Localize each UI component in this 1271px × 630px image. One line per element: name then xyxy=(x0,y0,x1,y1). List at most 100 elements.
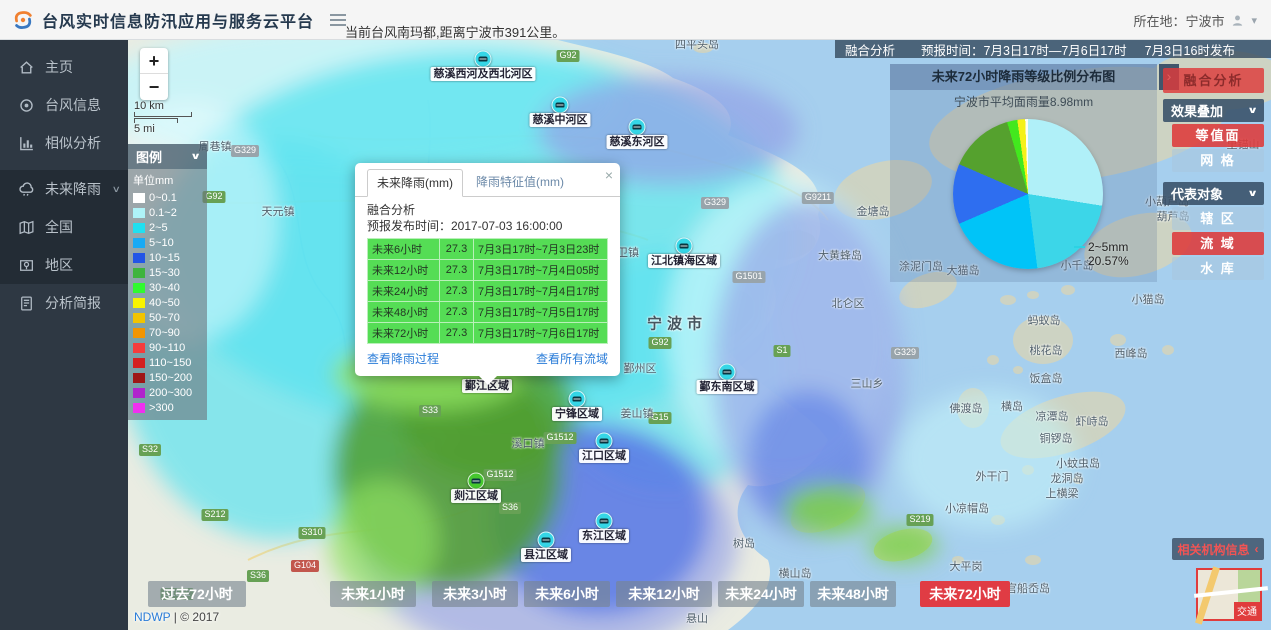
sidebar-item-region[interactable]: 地区 xyxy=(0,246,128,284)
scale-km-label: 10 km xyxy=(134,100,192,112)
cell-range: 7月3日17时~7月5日17时 xyxy=(474,302,608,323)
basin-marker-icon[interactable] xyxy=(468,473,485,490)
zoom-out-button[interactable]: − xyxy=(140,74,168,100)
sidebar-item-typhoon-info[interactable]: 台风信息 xyxy=(0,86,128,124)
time-button-5[interactable]: 未来12小时 xyxy=(616,581,712,607)
place-label: 三山乡 xyxy=(851,375,884,391)
time-button-3[interactable]: 未来3小时 xyxy=(432,581,518,607)
forecast-info-bar: 融合分析 预报时间：7月3日17时—7月6日17时 7月3日16时发布 xyxy=(835,40,1271,58)
option-等值面[interactable]: 等值面 xyxy=(1172,124,1264,147)
basin-marker-label[interactable]: 慈溪东河区 xyxy=(607,135,668,149)
legend-header[interactable]: 图例 ∨ xyxy=(128,144,207,169)
table-row[interactable]: 未来12小时27.37月3日17时~7月4日05时 xyxy=(368,260,608,281)
legend-range: 200~300 xyxy=(149,387,192,399)
legend-range: 110~150 xyxy=(149,357,191,369)
rain-legend: 图例 ∨ 单位mm 0~0.10.1~22~55~1010~1515~3030~… xyxy=(128,144,207,420)
merge-analysis-button[interactable]: 融合分析 xyxy=(1163,68,1264,93)
time-button-1[interactable]: 过去72小时 xyxy=(148,581,246,607)
tooltip-marker xyxy=(1074,246,1085,248)
basin-marker-icon[interactable] xyxy=(538,532,555,549)
view-all-basins-link[interactable]: 查看所有流域 xyxy=(536,350,608,367)
group-header-represent-object[interactable]: 代表对象∨ xyxy=(1163,182,1264,205)
basin-marker-label[interactable]: 江口区域 xyxy=(579,449,629,463)
basin-marker-label[interactable]: 鄞东南区域 xyxy=(697,380,758,394)
user-icon[interactable] xyxy=(1230,13,1245,28)
copyright-text: | © 2017 xyxy=(174,610,219,624)
sidebar-item-similar-analysis[interactable]: 相似分析 xyxy=(0,124,128,162)
cell-value: 27.3 xyxy=(440,239,474,260)
minimap[interactable]: 交通 xyxy=(1196,568,1262,621)
basin-marker-label[interactable]: 慈溪西河及西北河区 xyxy=(431,67,536,81)
menu-toggle-icon[interactable] xyxy=(330,14,346,26)
close-icon[interactable]: × xyxy=(605,167,613,183)
place-label: 外干门 xyxy=(976,468,1009,484)
related-org-button[interactable]: 相关机构信息 ‹ xyxy=(1172,538,1264,560)
basin-marker-label[interactable]: 宁锋区域 xyxy=(552,407,602,421)
road-badge: G1512 xyxy=(483,469,516,481)
legend-item: 10~15 xyxy=(133,250,202,265)
table-row[interactable]: 未来48小时27.37月3日17时~7月5日17时 xyxy=(368,302,608,323)
option-流域[interactable]: 流 域 xyxy=(1172,232,1264,255)
page-title: 台风实时信息防汛应用与服务云平台 xyxy=(42,8,314,32)
sidebar-item-nationwide[interactable]: 全国 xyxy=(0,208,128,246)
tab-future-rain[interactable]: 未来降雨(mm) xyxy=(367,169,463,197)
sidebar-item-analysis-report[interactable]: 分析简报 xyxy=(0,284,128,322)
basin-marker-label[interactable]: 江北镇海区域 xyxy=(648,254,720,268)
place-label: 金塘岛 xyxy=(857,203,890,219)
view-rain-process-link[interactable]: 查看降雨过程 xyxy=(367,350,439,367)
road-badge: G104 xyxy=(291,560,319,572)
chevron-down-icon[interactable]: ▾ xyxy=(1251,14,1257,27)
sidebar-item-future-rain[interactable]: 未来降雨∨ xyxy=(0,170,128,208)
region-icon xyxy=(18,257,35,274)
basin-marker-icon[interactable] xyxy=(676,238,693,255)
place-label: 龙洞岛 xyxy=(1051,470,1084,486)
basin-marker-icon[interactable] xyxy=(552,97,569,114)
typhoon-status-text: 当前台风南玛都,距离宁波市391公里。 xyxy=(345,22,565,41)
basin-marker-label[interactable]: 慈溪中河区 xyxy=(530,113,591,127)
basin-marker-label[interactable]: 剡江区域 xyxy=(451,489,501,503)
road-badge: S36 xyxy=(499,502,521,514)
ndwp-link[interactable]: NDWP xyxy=(134,610,170,624)
table-row[interactable]: 未来6小时27.37月3日17时~7月3日23时 xyxy=(368,239,608,260)
time-button-7[interactable]: 未来48小时 xyxy=(810,581,896,607)
sidebar-item-label: 台风信息 xyxy=(45,95,101,115)
time-button-6[interactable]: 未来24小时 xyxy=(718,581,804,607)
basin-marker-icon[interactable] xyxy=(475,51,492,68)
app-window: 台风实时信息防汛应用与服务云平台 当前台风南玛都,距离宁波市391公里。 所在地… xyxy=(0,0,1271,630)
place-label: 横岛 xyxy=(1001,398,1023,414)
group-header-overlay-effect[interactable]: 效果叠加∨ xyxy=(1163,99,1264,122)
sidebar-item-label: 未来降雨 xyxy=(45,179,101,199)
basin-marker-icon[interactable] xyxy=(569,391,586,408)
place-label: 大黄蜂岛 xyxy=(818,247,862,263)
legend-swatch xyxy=(133,238,145,248)
option-辖区[interactable]: 辖 区 xyxy=(1172,207,1264,230)
option-水库[interactable]: 水 库 xyxy=(1172,257,1264,280)
basin-marker-icon[interactable] xyxy=(596,433,613,450)
basin-marker-label[interactable]: 县江区域 xyxy=(521,548,571,562)
legend-swatch xyxy=(133,283,145,293)
road-badge: S32 xyxy=(139,444,161,456)
time-button-2[interactable]: 未来1小时 xyxy=(330,581,416,607)
map-canvas[interactable]: G92G329G92G329G9211G1501S1G92G329G15S33G… xyxy=(128,40,1271,630)
sidebar-nav: 主页台风信息相似分析未来降雨∨全国地区分析简报 xyxy=(0,40,128,630)
road-badge: G92 xyxy=(648,337,671,349)
cell-range: 7月3日17时~7月6日17时 xyxy=(474,323,608,344)
time-button-8[interactable]: 未来72小时 xyxy=(920,581,1010,607)
road-badge: G9211 xyxy=(802,192,834,204)
basin-marker-icon[interactable] xyxy=(596,513,613,530)
table-row[interactable]: 未来24小时27.37月3日17时~7月4日17时 xyxy=(368,281,608,302)
legend-item: 0.1~2 xyxy=(133,205,202,220)
tab-rain-features[interactable]: 降雨特征值(mm) xyxy=(467,169,573,196)
legend-item: >300 xyxy=(133,400,202,415)
rainfall-popup: × 未来降雨(mm) 降雨特征值(mm) 融合分析 预报发布时间：2017-07… xyxy=(355,163,620,376)
sidebar-item-home[interactable]: 主页 xyxy=(0,48,128,86)
option-网格[interactable]: 网 格 xyxy=(1172,149,1264,172)
basin-marker-label[interactable]: 东江区域 xyxy=(579,529,629,543)
map-scale: 10 km 5 mi xyxy=(134,100,192,135)
time-button-4[interactable]: 未来6小时 xyxy=(524,581,610,607)
zoom-in-button[interactable]: + xyxy=(140,48,168,74)
basin-marker-icon[interactable] xyxy=(629,119,646,136)
basin-marker-icon[interactable] xyxy=(719,364,736,381)
table-row[interactable]: 未来72小时27.37月3日17时~7月6日17时 xyxy=(368,323,608,344)
cell-period: 未来48小时 xyxy=(368,302,440,323)
